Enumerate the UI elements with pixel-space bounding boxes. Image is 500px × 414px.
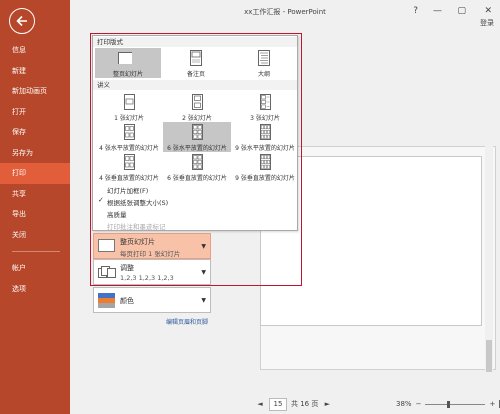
handout-9-horizontal[interactable]: 9 张水平放置的幻灯片	[231, 122, 299, 152]
handouts-section-header: 讲义	[93, 80, 297, 90]
option-label: 3 张幻灯片	[250, 115, 280, 122]
nav-item-save-as[interactable]: 另存为	[0, 143, 70, 164]
scale-to-fit-option[interactable]: 根据纸张调整大小(S)	[107, 197, 168, 207]
minimize-button[interactable]: —	[433, 6, 442, 16]
option-label: 整页幻灯片	[112, 71, 143, 78]
color-title: 颜色	[120, 297, 134, 305]
backstage-sidebar: 信息 新建 新加动画页 打开 保存 另存为 打印 共享 导出 关闭 帐户 选项	[0, 0, 70, 414]
nav-item-info[interactable]: 信息	[0, 40, 70, 61]
handout-1-icon	[124, 94, 135, 110]
nav-item-open[interactable]: 打开	[0, 102, 70, 123]
handout-9-vertical-icon	[260, 154, 271, 170]
nav-item-new-animation-page[interactable]: 新加动画页	[0, 81, 70, 102]
scrollbar-thumb[interactable]	[486, 340, 492, 372]
nav-divider	[12, 251, 60, 252]
handout-2-slides[interactable]: 2 张幻灯片	[163, 92, 231, 122]
back-arrow-icon	[16, 15, 27, 27]
print-layout-section-header: 打印版式	[93, 37, 297, 47]
nav-item-close[interactable]: 关闭	[0, 225, 70, 246]
collate-dropdown[interactable]: 调整 1,2,3 1,2,3 1,2,3 ▼	[93, 259, 211, 285]
full-page-slide-icon	[118, 52, 132, 64]
nav-item-save[interactable]: 保存	[0, 122, 70, 143]
color-dropdown[interactable]: 颜色 ▼	[93, 287, 211, 313]
handout-6-horizontal-icon	[192, 124, 203, 140]
zoom-control: 38% − +	[396, 400, 500, 408]
handout-1-slide[interactable]: 1 张幻灯片	[95, 92, 163, 122]
handout-4-horizontal[interactable]: 4 张水平放置的幻灯片	[95, 122, 163, 152]
notes-page-icon	[190, 50, 202, 66]
nav-item-new[interactable]: 新建	[0, 61, 70, 82]
print-layout-popup: 打印版式 整页幻灯片 备注页 大纲 讲义 1 张幻灯片 2 张幻灯片 3 张幻灯…	[92, 35, 298, 231]
edit-header-footer-link[interactable]: 编辑页眉和页脚	[166, 317, 208, 326]
handout-3-slides[interactable]: 3 张幻灯片	[231, 92, 299, 122]
handout-9-vertical[interactable]: 9 张垂直放置的幻灯片	[231, 152, 299, 182]
option-label: 备注页	[186, 71, 205, 78]
nav-item-print[interactable]: 打印	[0, 163, 70, 184]
handout-3-icon	[260, 94, 271, 110]
option-label: 6 张垂直放置的幻灯片	[167, 175, 227, 182]
option-label: 2 张幻灯片	[182, 115, 212, 122]
handout-6-vertical-icon	[192, 154, 203, 170]
outline-icon	[258, 50, 270, 66]
backstage-nav: 信息 新建 新加动画页 打开 保存 另存为 打印 共享 导出 关闭 帐户 选项	[0, 40, 70, 299]
color-palette-icon	[98, 293, 115, 308]
zoom-slider-thumb[interactable]	[447, 400, 451, 408]
nav-item-share[interactable]: 共享	[0, 184, 70, 205]
handout-6-vertical[interactable]: 6 张垂直放置的幻灯片	[163, 152, 231, 182]
page-number-input[interactable]: 15	[269, 397, 287, 411]
next-page-button[interactable]: ►	[322, 400, 332, 408]
title-bar: xx工作汇报 - PowerPoint ? — ▢ ✕ 登录	[70, 0, 500, 27]
page-total: 共 16 页	[291, 400, 319, 408]
high-quality-option[interactable]: 高质量	[107, 209, 127, 219]
back-button[interactable]	[9, 8, 35, 34]
preview-scrollbar[interactable]	[485, 62, 493, 378]
previous-page-button[interactable]: ◄	[255, 400, 265, 408]
collate-title: 调整	[120, 264, 134, 272]
print-layout-subtitle: 每页打印 1 张幻灯片	[120, 250, 181, 258]
option-label: 大纲	[257, 71, 270, 78]
handout-9-horizontal-icon	[260, 124, 271, 140]
handout-4-vertical[interactable]: 4 张垂直放置的幻灯片	[95, 152, 163, 182]
page-navigator: ◄ 15 共 16 页 ►	[255, 397, 332, 411]
powerpoint-backstage: 信息 新建 新加动画页 打开 保存 另存为 打印 共享 导出 关闭 帐户 选项 …	[0, 0, 500, 414]
full-page-slide-icon	[98, 239, 115, 252]
checkmark-icon: ✓	[98, 196, 104, 204]
handout-2-icon	[192, 94, 203, 110]
zoom-level: 38%	[396, 400, 412, 408]
option-label: 4 张垂直放置的幻灯片	[99, 175, 159, 182]
frame-slides-option[interactable]: 幻灯片加框(F)	[107, 185, 148, 195]
option-label: 9 张垂直放置的幻灯片	[235, 175, 295, 182]
print-pane: 整页幻灯片 每页打印 1 张幻灯片 ▼ 调整 1,2,3 1,2,3 1,2,3…	[70, 26, 500, 414]
nav-item-options[interactable]: 选项	[0, 279, 70, 300]
handout-4-vertical-icon	[124, 154, 135, 170]
print-layout-dropdown[interactable]: 整页幻灯片 每页打印 1 张幻灯片 ▼	[93, 233, 211, 259]
help-button[interactable]: ?	[413, 6, 418, 16]
collate-subtitle: 1,2,3 1,2,3 1,2,3	[120, 274, 174, 282]
chevron-down-icon: ▼	[201, 243, 206, 250]
handout-6-horizontal[interactable]: 6 张水平放置的幻灯片	[163, 122, 231, 152]
collate-icon	[98, 266, 116, 278]
close-button[interactable]: ✕	[484, 6, 492, 16]
chevron-down-icon: ▼	[201, 297, 206, 304]
option-label: 4 张水平放置的幻灯片	[99, 145, 159, 152]
restore-button[interactable]: ▢	[457, 6, 466, 16]
option-notes-page[interactable]: 备注页	[163, 48, 229, 78]
nav-item-account[interactable]: 帐户	[0, 258, 70, 279]
handout-4-horizontal-icon	[124, 124, 135, 140]
option-label: 9 张水平放置的幻灯片	[235, 145, 295, 152]
option-full-page-slide[interactable]: 整页幻灯片	[95, 48, 161, 78]
option-label: 1 张幻灯片	[114, 115, 144, 122]
nav-item-export[interactable]: 导出	[0, 204, 70, 225]
option-label: 6 张水平放置的幻灯片	[167, 145, 227, 152]
chevron-down-icon: ▼	[201, 269, 206, 276]
print-layout-title: 整页幻灯片	[120, 238, 155, 246]
zoom-in-button[interactable]: +	[489, 400, 495, 408]
print-comments-option: 打印批注和墨迹标记	[107, 223, 166, 231]
zoom-slider[interactable]	[425, 400, 486, 408]
zoom-out-button[interactable]: −	[416, 400, 422, 408]
option-outline[interactable]: 大纲	[231, 48, 297, 78]
